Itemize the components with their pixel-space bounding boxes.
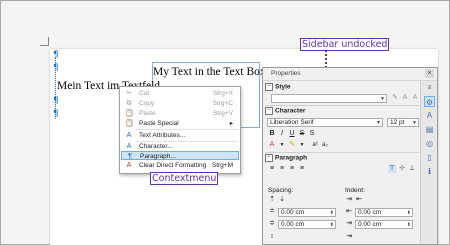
- increase-indent-icon[interactable]: ⇥: [345, 196, 353, 204]
- close-icon[interactable]: ×: [425, 69, 434, 78]
- divider: [265, 105, 419, 106]
- spin-icon[interactable]: ⬍: [330, 221, 334, 229]
- sidebar-callout: Sidebar undocked: [300, 38, 390, 51]
- sidebar-tabbar: ≡ ⚙ A ▤ ◎ ▯ ℹ: [420, 81, 437, 244]
- decrease-indent-icon[interactable]: ⇤: [355, 196, 363, 204]
- valign-top-icon[interactable]: ⊤: [388, 165, 396, 173]
- menu-separator: [136, 129, 238, 130]
- menu-item-character[interactable]: A Character...: [121, 142, 239, 151]
- section-style[interactable]: − Style: [265, 83, 419, 92]
- callout-connector: [325, 50, 327, 68]
- spacing-below-icon[interactable]: ⇣: [278, 196, 286, 204]
- menu-item-text-attributes[interactable]: A Text Attributes...: [121, 131, 239, 140]
- spacing-above-field[interactable]: 0.00 cm ⬍: [278, 208, 336, 217]
- tab-page[interactable]: ▯: [424, 152, 435, 163]
- contextmenu-callout: Contextmenu: [150, 172, 219, 185]
- clipboard-icon: 📋: [125, 110, 134, 117]
- below-paragraph-icon: ≑: [269, 220, 275, 227]
- chevron-down-icon[interactable]: ▼: [278, 141, 286, 149]
- above-paragraph-icon: ≐: [269, 208, 275, 215]
- text-attributes-icon: A: [126, 132, 132, 139]
- style-update-icon[interactable]: A: [401, 94, 409, 102]
- collapse-icon[interactable]: −: [265, 83, 273, 91]
- shadow-button[interactable]: S: [308, 130, 316, 138]
- highlight-icon[interactable]: ✎: [288, 141, 296, 149]
- menu-item-cut[interactable]: ✂ Cut Strg+X: [121, 89, 239, 98]
- tab-style-inspector[interactable]: ℹ: [424, 166, 435, 177]
- tab-gallery[interactable]: ▤: [424, 124, 435, 135]
- spacing-below-field[interactable]: 0.00 cm ⬍: [278, 220, 336, 229]
- chevron-down-icon: ▼: [380, 96, 385, 102]
- section-character[interactable]: − Character: [265, 107, 419, 116]
- sidebar-titlebar[interactable]: Properties ×: [263, 68, 437, 81]
- align-right-icon[interactable]: ≡: [288, 165, 296, 173]
- spacing-above-icon[interactable]: ⇡: [268, 196, 276, 204]
- menu-item-copy[interactable]: ⧉ Copy Strg+C: [121, 99, 239, 108]
- section-paragraph[interactable]: − Paragraph: [265, 154, 419, 163]
- scissors-icon: ✂: [126, 90, 132, 97]
- collapse-icon[interactable]: −: [265, 107, 273, 115]
- spacing-label: Spacing:: [268, 187, 294, 194]
- align-center-icon[interactable]: ≡: [278, 165, 286, 173]
- font-size-field[interactable]: 12 pt ▼: [387, 118, 419, 127]
- menu-item-clear-direct-formatting[interactable]: A Clear Direct Formatting Strg+M: [121, 161, 239, 170]
- underline-button[interactable]: U: [288, 130, 296, 138]
- tab-properties[interactable]: ⚙: [424, 96, 435, 107]
- font-name-field[interactable]: Liberation Serif ▼: [267, 118, 383, 127]
- menu-item-paste-special[interactable]: 📋 Paste Special ▸: [121, 119, 239, 128]
- chevron-down-icon: ▼: [376, 120, 381, 126]
- indent-after-field[interactable]: 0.00 cm ⬍: [355, 220, 413, 229]
- divider: [265, 152, 419, 153]
- sidebar-title: Properties: [271, 70, 301, 77]
- valign-center-icon[interactable]: ⊹: [398, 165, 406, 173]
- paragraph-style-field[interactable]: ▼: [271, 94, 387, 103]
- bold-button[interactable]: B: [268, 130, 276, 138]
- superscript-icon[interactable]: a²: [311, 141, 319, 149]
- tab-styles[interactable]: A: [424, 110, 435, 121]
- line-spacing-icon[interactable]: ↕: [268, 233, 276, 241]
- menu-item-paste[interactable]: 📋 Paste Strg+V: [121, 109, 239, 118]
- chevron-down-icon: ▼: [412, 120, 417, 126]
- properties-sidebar[interactable]: Properties × − Style ▼ ✎ A A − Character L…: [262, 67, 438, 245]
- first-line-indent-icon[interactable]: ⇥: [345, 233, 353, 241]
- clipboard-icon: 📋: [125, 120, 134, 127]
- page-corner-mark: [40, 37, 49, 46]
- spin-icon[interactable]: ⬍: [407, 221, 411, 229]
- strikethrough-button[interactable]: S: [298, 130, 306, 138]
- indent-before-field[interactable]: 0.00 cm ⬍: [355, 208, 413, 217]
- clear-formatting-icon: A: [126, 162, 132, 169]
- paragraph-icon: ¶: [128, 153, 132, 160]
- character-icon: A: [126, 143, 132, 150]
- context-menu[interactable]: ✂ Cut Strg+X ⧉ Copy Strg+C 📋 Paste Strg+…: [119, 86, 241, 174]
- tab-navigator[interactable]: ◎: [424, 138, 435, 149]
- valign-bottom-icon[interactable]: ⊥: [408, 165, 416, 173]
- collapse-icon[interactable]: −: [265, 154, 273, 162]
- menu-icon[interactable]: ≡: [424, 83, 435, 94]
- align-left-icon[interactable]: ≡: [268, 165, 276, 173]
- chevron-right-icon: ▸: [229, 120, 233, 127]
- spin-icon[interactable]: ⬍: [330, 209, 334, 217]
- spin-icon[interactable]: ⬍: [407, 209, 411, 217]
- chevron-down-icon[interactable]: ▼: [298, 141, 306, 149]
- style-more-icon[interactable]: A: [411, 94, 419, 102]
- subscript-icon[interactable]: a₂: [321, 141, 329, 149]
- style-new-icon[interactable]: ✎: [391, 94, 399, 102]
- text-box-content[interactable]: My Text in the Text Box.: [153, 66, 269, 78]
- align-justify-icon[interactable]: ≡: [298, 165, 306, 173]
- indent-label: Indent:: [345, 187, 365, 194]
- after-text-icon: ⇥: [346, 220, 352, 227]
- copy-icon: ⧉: [126, 100, 132, 107]
- font-color-icon[interactable]: A: [268, 141, 276, 149]
- italic-button[interactable]: I: [278, 130, 286, 138]
- before-text-icon: ⇤: [346, 208, 352, 215]
- menu-item-paragraph[interactable]: ¶ Paragraph...: [121, 151, 239, 160]
